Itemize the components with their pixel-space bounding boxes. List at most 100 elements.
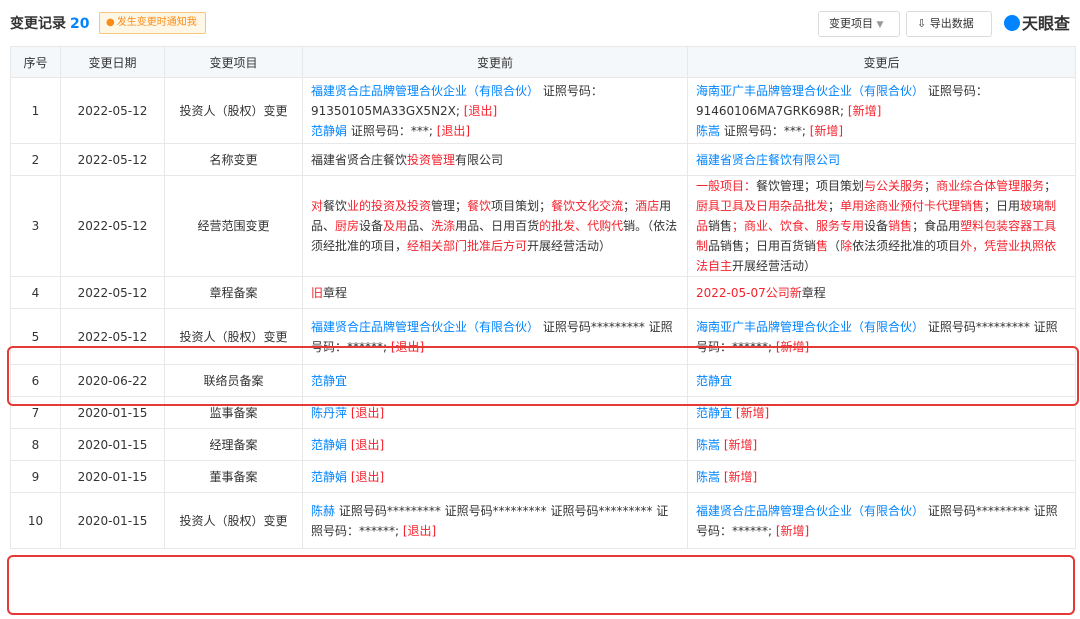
change-marker: 对 <box>311 199 324 213</box>
change-marker: 单用途商业预付卡代理销售 <box>840 199 985 213</box>
change-item: 董事备案 <box>164 460 303 493</box>
value-after: 海南亚广丰品牌管理合伙企业（有限合伙） 证照号码：91460106MA7GRK6… <box>687 77 1076 144</box>
change-marker: 一般项目： <box>696 179 757 193</box>
table-row: 8 2020-01-15 经理备案 范静娟 [退出] 陈嵩 [新增] <box>10 428 1076 461</box>
col-header: 变更前 <box>302 46 688 78</box>
entity-link[interactable]: 范静宜 <box>696 406 732 420</box>
logo-icon <box>1004 15 1020 31</box>
entity-link[interactable]: 福建贤合庄品牌管理合伙企业（有限合伙） <box>311 84 539 98</box>
change-item: 投资人（股权）变更 <box>164 492 303 549</box>
col-header: 变更项目 <box>164 46 303 78</box>
value-before: 福建省贤合庄餐饮投资管理有限公司 <box>302 143 688 176</box>
change-item: 经理备案 <box>164 428 303 461</box>
change-date: 2020-01-15 <box>60 428 165 461</box>
cell-text: （ <box>828 239 841 253</box>
table-row: 9 2020-01-15 董事备案 范静娟 [退出] 陈嵩 [新增] <box>10 460 1076 493</box>
cell-text: 销售 <box>708 219 733 233</box>
logo: 天眼查 <box>1004 10 1070 34</box>
change-records-table: 序号 变更日期 变更项目 变更前 变更后 1 2022-05-12 投资人（股权）变… <box>10 46 1076 549</box>
entity-link[interactable]: 范静娟 <box>311 124 347 138</box>
change-marker: 厨房 <box>335 219 360 233</box>
change-item: 投资人（股权）变更 <box>164 77 303 144</box>
row-index: 2 <box>10 143 61 176</box>
value-after: 一般项目：餐饮管理；项目策划与公关服务；商业综合体管理服务；厨具卫具及日用杂品批… <box>687 175 1076 277</box>
entity-link[interactable]: 福建贤合庄品牌管理合伙企业（有限合伙） <box>311 320 539 334</box>
cell-text: 章程 <box>323 285 348 300</box>
filter-dropdown[interactable]: 变更项目 ▼ <box>818 11 900 37</box>
table-row: 2 2022-05-12 名称变更 福建省贤合庄餐饮投资管理有限公司 福建省贤合庄餐饮有… <box>10 143 1076 176</box>
cell-text: 餐饮 <box>323 199 348 213</box>
change-marker: 厨具卫具及日用杂品批发 <box>696 199 829 213</box>
change-marker: 餐饮文化交流 <box>551 199 624 213</box>
change-marker: ；商业、饮食、服务专用 <box>732 219 865 233</box>
logo-text: 天眼查 <box>1022 14 1071 33</box>
table-header-row: 序号 变更日期 变更项目 变更前 变更后 <box>10 46 1076 78</box>
export-label: 导出数据 <box>929 17 974 30</box>
change-marker: 的批发、代购代 <box>539 219 624 233</box>
value-before: 福建贤合庄品牌管理合伙企业（有限合伙） 证照号码：91350105MA33GX5… <box>302 77 688 144</box>
change-marker: [新增] <box>720 469 758 484</box>
notify-button[interactable]: ● 发生变更时通知我 <box>99 12 206 34</box>
entity-link[interactable]: 陈嵩 <box>696 438 720 452</box>
change-date: 2022-05-12 <box>60 143 165 176</box>
change-marker: [退出] <box>347 437 385 452</box>
cell-text: 品、 <box>407 219 432 233</box>
cell-text: ； <box>1044 179 1057 193</box>
change-marker: [新增] <box>732 405 770 420</box>
change-date: 2020-01-15 <box>60 492 165 549</box>
title-text: 变更记录 <box>10 16 66 32</box>
row-index: 4 <box>10 276 61 309</box>
entity-link[interactable]: 陈赫 <box>311 504 335 518</box>
filter-label: 变更项目 <box>829 17 873 30</box>
change-marker: [新增] <box>775 523 810 538</box>
change-marker: 售 <box>816 239 829 253</box>
cell-text: 用品、日用百货 <box>455 219 540 233</box>
col-header: 序号 <box>10 46 61 78</box>
change-marker: [新增] <box>847 103 882 118</box>
cell-text: 证照号码：***; <box>720 123 810 138</box>
change-marker: 酒店 <box>635 199 660 213</box>
change-marker: 销售 <box>888 219 913 233</box>
cell-text: 项目策划； <box>491 199 552 213</box>
change-marker: 商业综合体管理服务 <box>936 179 1045 193</box>
header-bar: 变更记录 20 ● 发生变更时通知我 变更项目 ▼ ⇩ 导出数据 天眼查 <box>0 0 1080 42</box>
cell-text: ；日用 <box>984 199 1021 213</box>
change-marker: [退出] <box>436 123 471 138</box>
cell-text: 品销售；日用百货销 <box>708 239 817 253</box>
highlight-box-row-5 <box>7 346 1079 406</box>
entity-link[interactable]: 福建省贤合庄餐饮有限公司 <box>696 153 840 167</box>
change-item: 章程备案 <box>164 276 303 309</box>
cell-text: 餐饮管理；项目策划 <box>756 179 865 193</box>
value-before: 范静娟 [退出] <box>302 428 688 461</box>
cell-text: 依法须经批准的项目 <box>852 239 961 253</box>
entity-link[interactable]: 陈丹萍 <box>311 406 347 420</box>
value-after: 陈嵩 [新增] <box>687 428 1076 461</box>
cell-text: ；食品用 <box>912 219 961 233</box>
row-index: 8 <box>10 428 61 461</box>
value-after: 2022-05-07公司新章程 <box>687 276 1076 309</box>
change-marker: [退出] <box>347 405 385 420</box>
entity-link[interactable]: 范静娟 <box>311 438 347 452</box>
entity-link[interactable]: 陈嵩 <box>696 470 720 484</box>
value-before: 范静娟 [退出] <box>302 460 688 493</box>
entity-link[interactable]: 海南亚广丰品牌管理合伙企业（有限合伙） <box>696 320 924 334</box>
entity-link[interactable]: 海南亚广丰品牌管理合伙企业（有限合伙） <box>696 84 924 98</box>
entity-link[interactable]: 陈嵩 <box>696 124 720 138</box>
cell-text: 设备 <box>864 219 889 233</box>
cell-text: 设备 <box>359 219 384 233</box>
row-index: 9 <box>10 460 61 493</box>
col-header: 变更日期 <box>60 46 165 78</box>
table-row: 3 2022-05-12 经营范围变更 对餐饮业的投资及投资管理；餐饮项目策划；餐饮文… <box>10 175 1076 277</box>
change-marker: [新增] <box>720 437 758 452</box>
entity-link[interactable]: 福建贤合庄品牌管理合伙企业（有限合伙） <box>696 504 924 518</box>
entity-link[interactable]: 范静娟 <box>311 470 347 484</box>
change-date: 2022-05-12 <box>60 175 165 277</box>
value-before: 旧章程 <box>302 276 688 309</box>
change-marker: [新增] <box>809 123 844 138</box>
col-header: 变更后 <box>687 46 1076 78</box>
export-button[interactable]: ⇩ 导出数据 <box>906 11 992 37</box>
bell-icon: ● <box>106 17 115 28</box>
table-row: 4 2022-05-12 章程备案 旧章程 2022-05-07公司新章程 <box>10 276 1076 309</box>
record-count: 20 <box>70 16 90 32</box>
cell-text: 有限公司 <box>455 152 504 167</box>
